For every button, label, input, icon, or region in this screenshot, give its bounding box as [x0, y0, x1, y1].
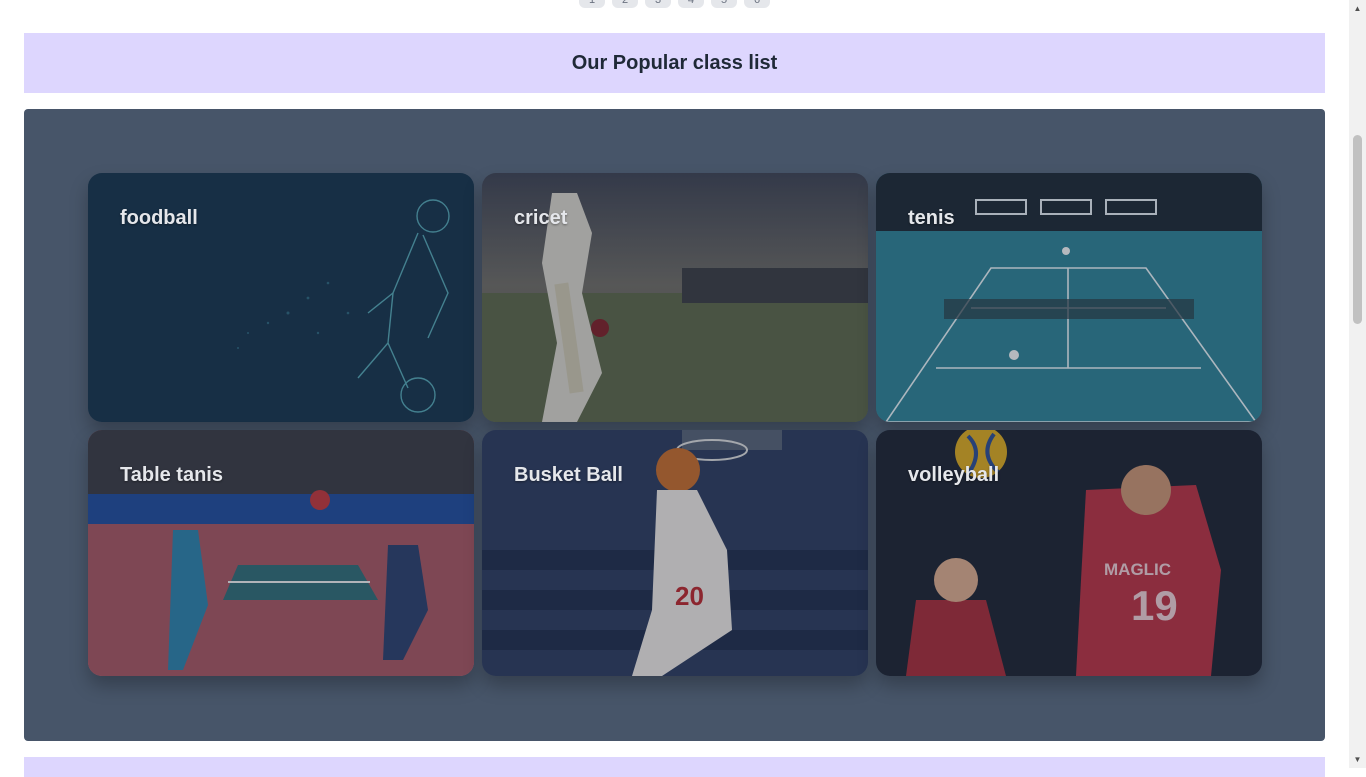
scroll-down-arrow-icon[interactable]: ▼	[1349, 751, 1366, 768]
section-title: Our Popular class list	[571, 51, 778, 74]
class-card-label: cricet	[514, 207, 568, 229]
class-card-tennis[interactable]: tenis	[876, 173, 1262, 422]
class-card-label: tenis	[908, 207, 955, 229]
page-button-2[interactable]: 2	[612, 0, 638, 8]
section-header: Our Popular class list	[24, 33, 1325, 93]
page-button-3[interactable]: 3	[645, 0, 671, 8]
page-button-4[interactable]: 4	[678, 0, 704, 8]
class-card-label: foodball	[120, 207, 198, 229]
class-card-label: Table tanis	[120, 464, 223, 486]
class-list-panel: foodball cricet tenis Table tanis 20 Bus…	[24, 109, 1325, 741]
class-card-label: volleyball	[908, 464, 1000, 486]
scrollbar[interactable]: ▲ ▼	[1349, 0, 1366, 768]
page-button-5[interactable]: 5	[711, 0, 737, 8]
page-button-1[interactable]: 1	[579, 0, 605, 8]
next-section-header	[24, 757, 1325, 777]
page-button-6[interactable]: 6	[744, 0, 770, 8]
class-card-basketball[interactable]: 20 Busket Ball	[482, 430, 868, 676]
scroll-up-arrow-icon[interactable]: ▲	[1349, 0, 1366, 17]
class-card-cricket[interactable]: cricet	[482, 173, 868, 422]
pagination: 1 2 3 4 5 6	[579, 0, 770, 8]
class-card-football[interactable]: foodball	[88, 173, 474, 422]
class-grid: foodball cricet tenis Table tanis 20 Bus…	[88, 173, 1262, 676]
class-card-table-tennis[interactable]: Table tanis	[88, 430, 474, 676]
class-card-label: Busket Ball	[514, 464, 623, 486]
scroll-thumb[interactable]	[1353, 135, 1362, 324]
class-card-volleyball[interactable]: MAGLIC 19 volleyball	[876, 430, 1262, 676]
